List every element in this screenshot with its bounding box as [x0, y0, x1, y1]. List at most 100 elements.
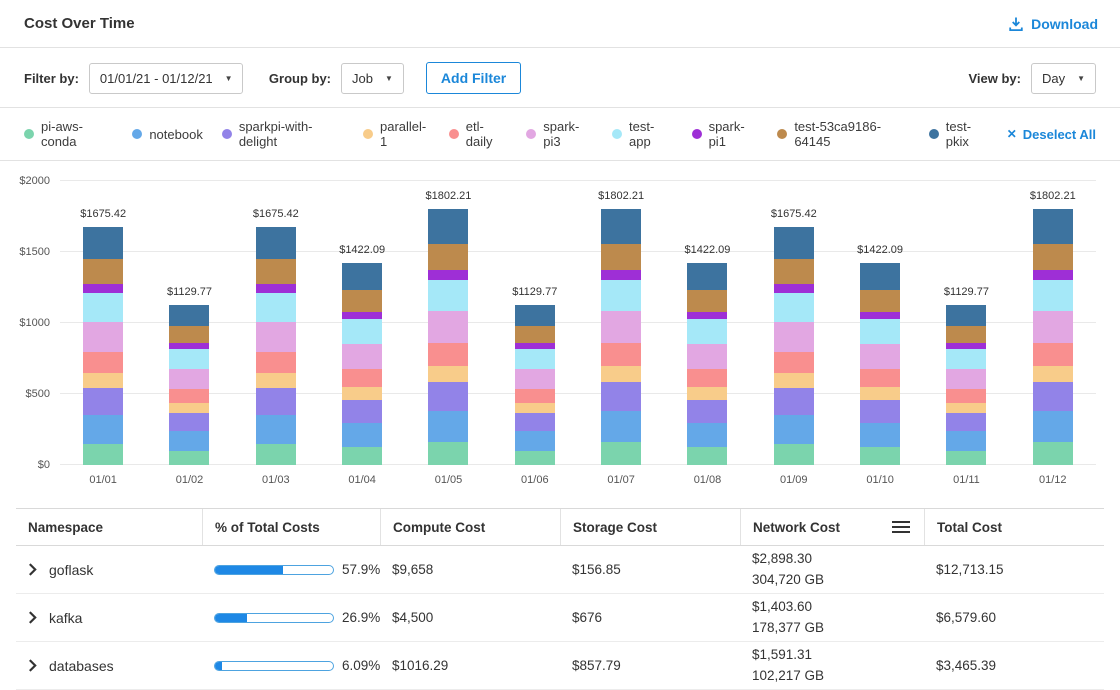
bar-segment-test-app[interactable]: [687, 319, 727, 344]
bar-segment-notebook[interactable]: [1033, 411, 1073, 442]
bar-segment-test-app[interactable]: [342, 319, 382, 344]
column-menu-icon[interactable]: [890, 519, 912, 535]
legend-item-pi-aws-conda[interactable]: pi-aws-conda: [24, 119, 113, 149]
bar-segment-spark-pi3[interactable]: [860, 344, 900, 369]
bar-segment-spark-pi1[interactable]: [342, 312, 382, 320]
bar-segment-pi-aws-conda[interactable]: [256, 444, 296, 465]
bar-segment-spark-pi1[interactable]: [601, 270, 641, 280]
bar-segment-spark-pi1[interactable]: [256, 284, 296, 293]
bar-segment-etl-daily[interactable]: [860, 369, 900, 387]
bar-segment-etl-daily[interactable]: [428, 343, 468, 366]
legend-item-spark-pi1[interactable]: spark-pi1: [692, 119, 759, 149]
bar-segment-notebook[interactable]: [83, 415, 123, 444]
bar-segment-test-pkix[interactable]: [342, 263, 382, 290]
bar-segment-parallel-1[interactable]: [774, 373, 814, 388]
bar-segment-pi-aws-conda[interactable]: [83, 444, 123, 465]
bar-segment-test-app[interactable]: [169, 349, 209, 369]
bar-segment-etl-daily[interactable]: [83, 352, 123, 373]
namespace-cell[interactable]: kafka: [16, 610, 202, 626]
bar-segment-test-pkix[interactable]: [515, 305, 555, 327]
stacked-bar[interactable]: [169, 305, 209, 465]
bar-segment-test-53ca9186-64145[interactable]: [946, 326, 986, 343]
bar-segment-etl-daily[interactable]: [256, 352, 296, 373]
bar-segment-pi-aws-conda[interactable]: [946, 451, 986, 465]
download-button[interactable]: Download: [1008, 16, 1098, 32]
bar-segment-notebook[interactable]: [515, 431, 555, 451]
bar-segment-pi-aws-conda[interactable]: [515, 451, 555, 465]
bar-segment-parallel-1[interactable]: [946, 403, 986, 413]
bar-segment-notebook[interactable]: [687, 423, 727, 448]
legend-item-spark-pi3[interactable]: spark-pi3: [526, 119, 593, 149]
bar-segment-test-app[interactable]: [256, 293, 296, 322]
bar-segment-test-pkix[interactable]: [428, 209, 468, 243]
bar-segment-parallel-1[interactable]: [860, 387, 900, 400]
stacked-bar[interactable]: [774, 227, 814, 465]
bar-segment-spark-pi1[interactable]: [1033, 270, 1073, 280]
bar-segment-test-pkix[interactable]: [256, 227, 296, 259]
bar-segment-test-app[interactable]: [946, 349, 986, 369]
stacked-bar[interactable]: [515, 305, 555, 465]
bar-segment-notebook[interactable]: [601, 411, 641, 442]
stacked-bar[interactable]: [946, 305, 986, 465]
bar-segment-test-53ca9186-64145[interactable]: [860, 290, 900, 311]
bar-segment-test-pkix[interactable]: [169, 305, 209, 327]
stacked-bar[interactable]: [601, 209, 641, 465]
chevron-right-icon[interactable]: [28, 659, 37, 672]
bar-segment-pi-aws-conda[interactable]: [774, 444, 814, 465]
bar-segment-notebook[interactable]: [169, 431, 209, 451]
bar-segment-etl-daily[interactable]: [169, 389, 209, 403]
bar-segment-etl-daily[interactable]: [774, 352, 814, 373]
bar-segment-sparkpi-with-delight[interactable]: [83, 388, 123, 415]
group-by-select[interactable]: Job ▼: [341, 63, 404, 94]
bar-segment-notebook[interactable]: [860, 423, 900, 448]
bar-segment-test-app[interactable]: [83, 293, 123, 322]
bar-segment-parallel-1[interactable]: [515, 403, 555, 413]
bar-segment-pi-aws-conda[interactable]: [601, 442, 641, 465]
bar-segment-etl-daily[interactable]: [1033, 343, 1073, 366]
bar-segment-parallel-1[interactable]: [601, 366, 641, 382]
bar-segment-sparkpi-with-delight[interactable]: [1033, 382, 1073, 411]
bar-segment-test-app[interactable]: [774, 293, 814, 322]
bar-segment-sparkpi-with-delight[interactable]: [169, 413, 209, 431]
legend-item-test-pkix[interactable]: test-pkix: [929, 119, 991, 149]
bar-segment-spark-pi3[interactable]: [83, 322, 123, 352]
bar-segment-spark-pi3[interactable]: [946, 369, 986, 389]
bar-segment-pi-aws-conda[interactable]: [687, 447, 727, 465]
bar-segment-test-53ca9186-64145[interactable]: [83, 259, 123, 284]
legend-item-etl-daily[interactable]: etl-daily: [449, 119, 508, 149]
bar-segment-spark-pi1[interactable]: [687, 312, 727, 320]
bar-segment-spark-pi3[interactable]: [515, 369, 555, 389]
bar-segment-test-53ca9186-64145[interactable]: [1033, 244, 1073, 271]
bar-segment-etl-daily[interactable]: [342, 369, 382, 387]
stacked-bar[interactable]: [687, 263, 727, 465]
bar-segment-spark-pi3[interactable]: [687, 344, 727, 369]
namespace-cell[interactable]: databases: [16, 658, 202, 674]
bar-segment-spark-pi1[interactable]: [428, 270, 468, 280]
bar-segment-spark-pi1[interactable]: [774, 284, 814, 293]
bar-segment-test-app[interactable]: [601, 280, 641, 311]
stacked-bar[interactable]: [342, 263, 382, 465]
namespace-cell[interactable]: goflask: [16, 562, 202, 578]
bar-segment-parallel-1[interactable]: [256, 373, 296, 388]
bar-segment-test-app[interactable]: [515, 349, 555, 369]
bar-segment-test-pkix[interactable]: [687, 263, 727, 290]
bar-segment-test-53ca9186-64145[interactable]: [428, 244, 468, 271]
bar-segment-spark-pi3[interactable]: [601, 311, 641, 343]
bar-segment-pi-aws-conda[interactable]: [169, 451, 209, 465]
bar-segment-spark-pi3[interactable]: [1033, 311, 1073, 343]
bar-segment-pi-aws-conda[interactable]: [342, 447, 382, 465]
bar-segment-parallel-1[interactable]: [83, 373, 123, 388]
bar-segment-test-53ca9186-64145[interactable]: [515, 326, 555, 343]
bar-segment-test-53ca9186-64145[interactable]: [256, 259, 296, 284]
bar-segment-spark-pi3[interactable]: [256, 322, 296, 352]
bar-segment-notebook[interactable]: [946, 431, 986, 451]
deselect-all-button[interactable]: ✕ Deselect All: [1007, 127, 1096, 142]
bar-segment-pi-aws-conda[interactable]: [860, 447, 900, 465]
bar-segment-notebook[interactable]: [774, 415, 814, 444]
bar-segment-spark-pi3[interactable]: [342, 344, 382, 369]
stacked-bar[interactable]: [1033, 209, 1073, 465]
bar-segment-etl-daily[interactable]: [687, 369, 727, 387]
bar-segment-test-53ca9186-64145[interactable]: [687, 290, 727, 311]
chevron-right-icon[interactable]: [28, 611, 37, 624]
bar-segment-sparkpi-with-delight[interactable]: [256, 388, 296, 415]
